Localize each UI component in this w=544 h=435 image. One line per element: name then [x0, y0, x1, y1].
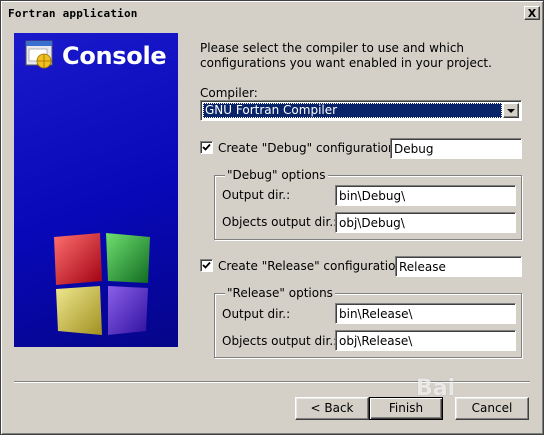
dropdown-arrow-icon[interactable]: [503, 103, 519, 118]
release-output-dir-label: Output dir.:: [222, 307, 291, 321]
debug-config-name-input[interactable]: Debug: [390, 138, 522, 159]
cancel-button[interactable]: Cancel: [455, 397, 529, 420]
intro-text: Please select the compiler to use and wh…: [200, 41, 492, 70]
codeblocks-cube-icon: [54, 233, 150, 335]
debug-options-legend: "Debug" options: [225, 168, 328, 182]
release-config-name-input[interactable]: Release: [395, 256, 522, 277]
compiler-label: Compiler:: [200, 86, 258, 100]
back-button[interactable]: < Back: [295, 397, 369, 420]
debug-output-dir-input[interactable]: bin\Debug\: [335, 185, 516, 206]
debug-objects-dir-input[interactable]: obj\Debug\: [335, 212, 516, 233]
create-release-checkbox[interactable]: [200, 259, 213, 272]
debug-output-dir-label: Output dir.:: [222, 188, 291, 202]
window-title: Fortran application: [8, 7, 138, 20]
create-debug-label: Create "Debug" configuration:: [218, 141, 400, 155]
compiler-selected-value: GNU Fortran Compiler: [203, 103, 502, 118]
close-button[interactable]: X: [524, 6, 540, 20]
checkmark-icon: [202, 143, 211, 151]
release-objects-dir-label: Objects output dir.:: [222, 334, 338, 348]
wizard-banner: Console: [14, 33, 178, 347]
create-debug-checkbox[interactable]: [200, 141, 213, 154]
debug-objects-dir-label: Objects output dir.:: [222, 215, 338, 229]
button-separator: [14, 381, 530, 383]
release-options-legend: "Release" options: [225, 286, 335, 300]
release-output-dir-input[interactable]: bin\Release\: [335, 303, 516, 324]
create-release-label: Create "Release" configuration:: [218, 259, 408, 273]
title-bar[interactable]: Fortran application X: [4, 4, 542, 23]
checkmark-icon: [202, 261, 211, 269]
banner-title: Console: [62, 42, 167, 70]
codeblocks-logo-icon: [25, 40, 53, 69]
compiler-select[interactable]: GNU Fortran Compiler: [200, 100, 522, 121]
finish-button[interactable]: Finish: [369, 397, 443, 420]
release-objects-dir-input[interactable]: obj\Release\: [335, 330, 516, 351]
